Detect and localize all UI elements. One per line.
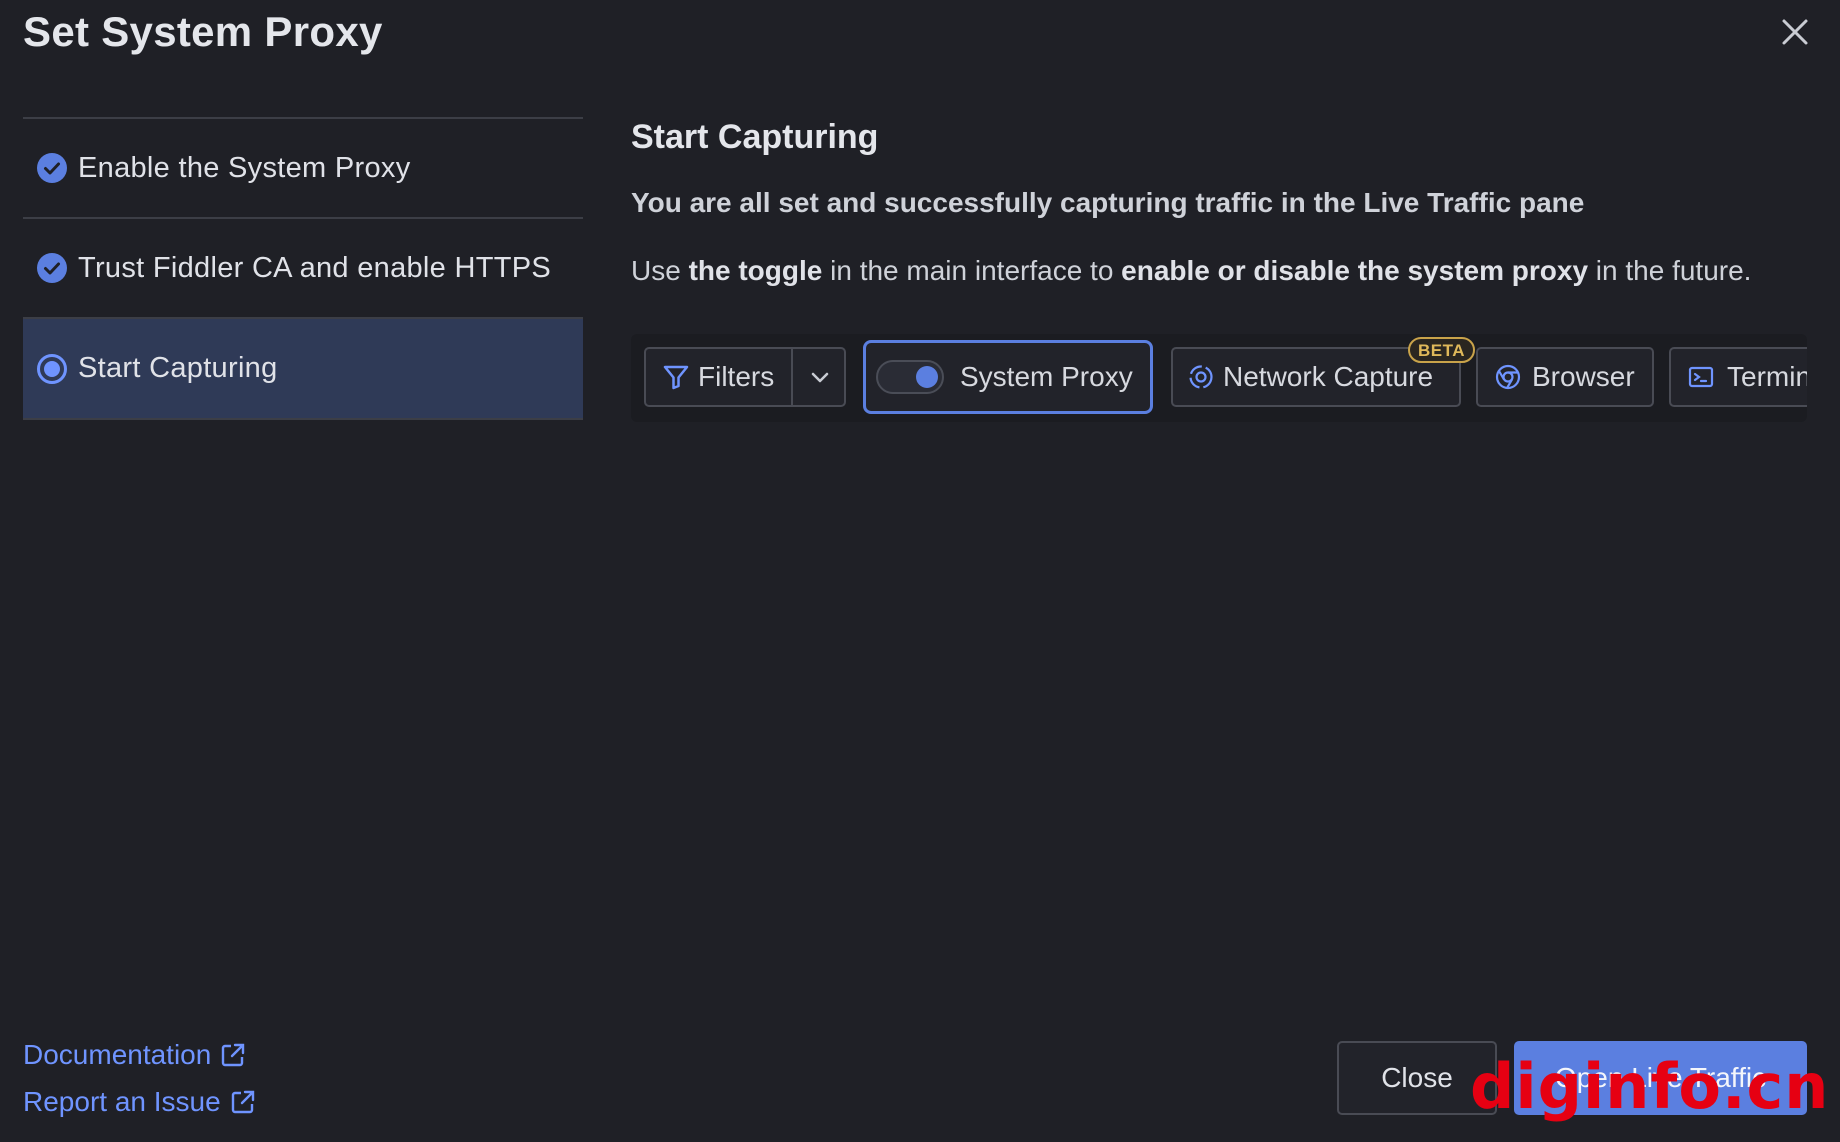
content-lead: You are all set and successfully capturi… xyxy=(631,187,1585,218)
chevron-down-icon[interactable] xyxy=(806,364,834,399)
beta-badge: BETA xyxy=(1408,337,1476,363)
watermark-logo: diginfo.cn xyxy=(1470,1050,1830,1123)
steps-list: Enable the System Proxy Trust Fiddler CA… xyxy=(23,117,583,420)
filters-label: Filters xyxy=(698,361,775,392)
set-system-proxy-dialog: Set System Proxy Enable the System Proxy… xyxy=(0,0,1840,1142)
split-divider xyxy=(791,349,793,405)
content-heading: Start Capturing xyxy=(631,118,879,156)
browser-button[interactable]: Browser xyxy=(1476,347,1654,407)
report-issue-link-label: Report an Issue xyxy=(23,1086,221,1117)
step-label: Enable the System Proxy xyxy=(78,151,411,184)
desc-bold: the toggle xyxy=(688,255,823,286)
terminal-label: Terminal xyxy=(1727,361,1807,392)
check-circle-icon xyxy=(36,252,68,284)
filter-icon xyxy=(662,363,690,391)
footer-links: Documentation Report an Issue xyxy=(23,1035,257,1129)
step-trust-ca[interactable]: Trust Fiddler CA and enable HTTPS xyxy=(23,219,583,319)
system-proxy-label: System Proxy xyxy=(960,361,1133,392)
step-label: Start Capturing xyxy=(78,352,278,384)
documentation-link-label: Documentation xyxy=(23,1039,212,1070)
system-proxy-toggle[interactable] xyxy=(876,360,944,394)
desc-text: in the main interface to xyxy=(822,255,1122,286)
filters-button[interactable]: Filters xyxy=(644,347,846,407)
terminal-icon xyxy=(1687,363,1715,391)
check-circle-icon xyxy=(36,152,68,184)
browser-label: Browser xyxy=(1532,361,1635,392)
network-capture-label: Network Capture xyxy=(1223,361,1434,392)
toggle-knob xyxy=(916,366,938,388)
dialog-title: Set System Proxy xyxy=(23,8,383,55)
report-issue-link[interactable]: Report an Issue xyxy=(23,1082,257,1122)
system-proxy-toggle-button[interactable]: System Proxy xyxy=(863,340,1153,414)
chrome-icon xyxy=(1494,363,1522,391)
toolbar-preview: Filters System Proxy Network Capture Bro… xyxy=(631,334,1807,422)
documentation-link[interactable]: Documentation xyxy=(23,1035,257,1075)
terminal-button[interactable]: Terminal xyxy=(1669,347,1807,407)
desc-text: Use xyxy=(631,255,689,286)
network-capture-icon xyxy=(1187,363,1215,391)
external-link-icon xyxy=(221,1088,257,1116)
step-start-capturing[interactable]: Start Capturing xyxy=(23,319,583,420)
desc-bold: enable or disable the system proxy xyxy=(1121,255,1589,286)
close-icon[interactable] xyxy=(1775,12,1815,52)
desc-text: in the future. xyxy=(1588,255,1752,286)
step-enable-system-proxy[interactable]: Enable the System Proxy xyxy=(23,119,583,219)
radio-active-icon xyxy=(36,353,68,385)
external-link-icon xyxy=(211,1041,247,1069)
step-label: Trust Fiddler CA and enable HTTPS xyxy=(78,251,552,284)
step-content: Start Capturing You are all set and succ… xyxy=(631,115,1811,289)
content-description: Use the toggle in the main interface to … xyxy=(631,253,1811,289)
